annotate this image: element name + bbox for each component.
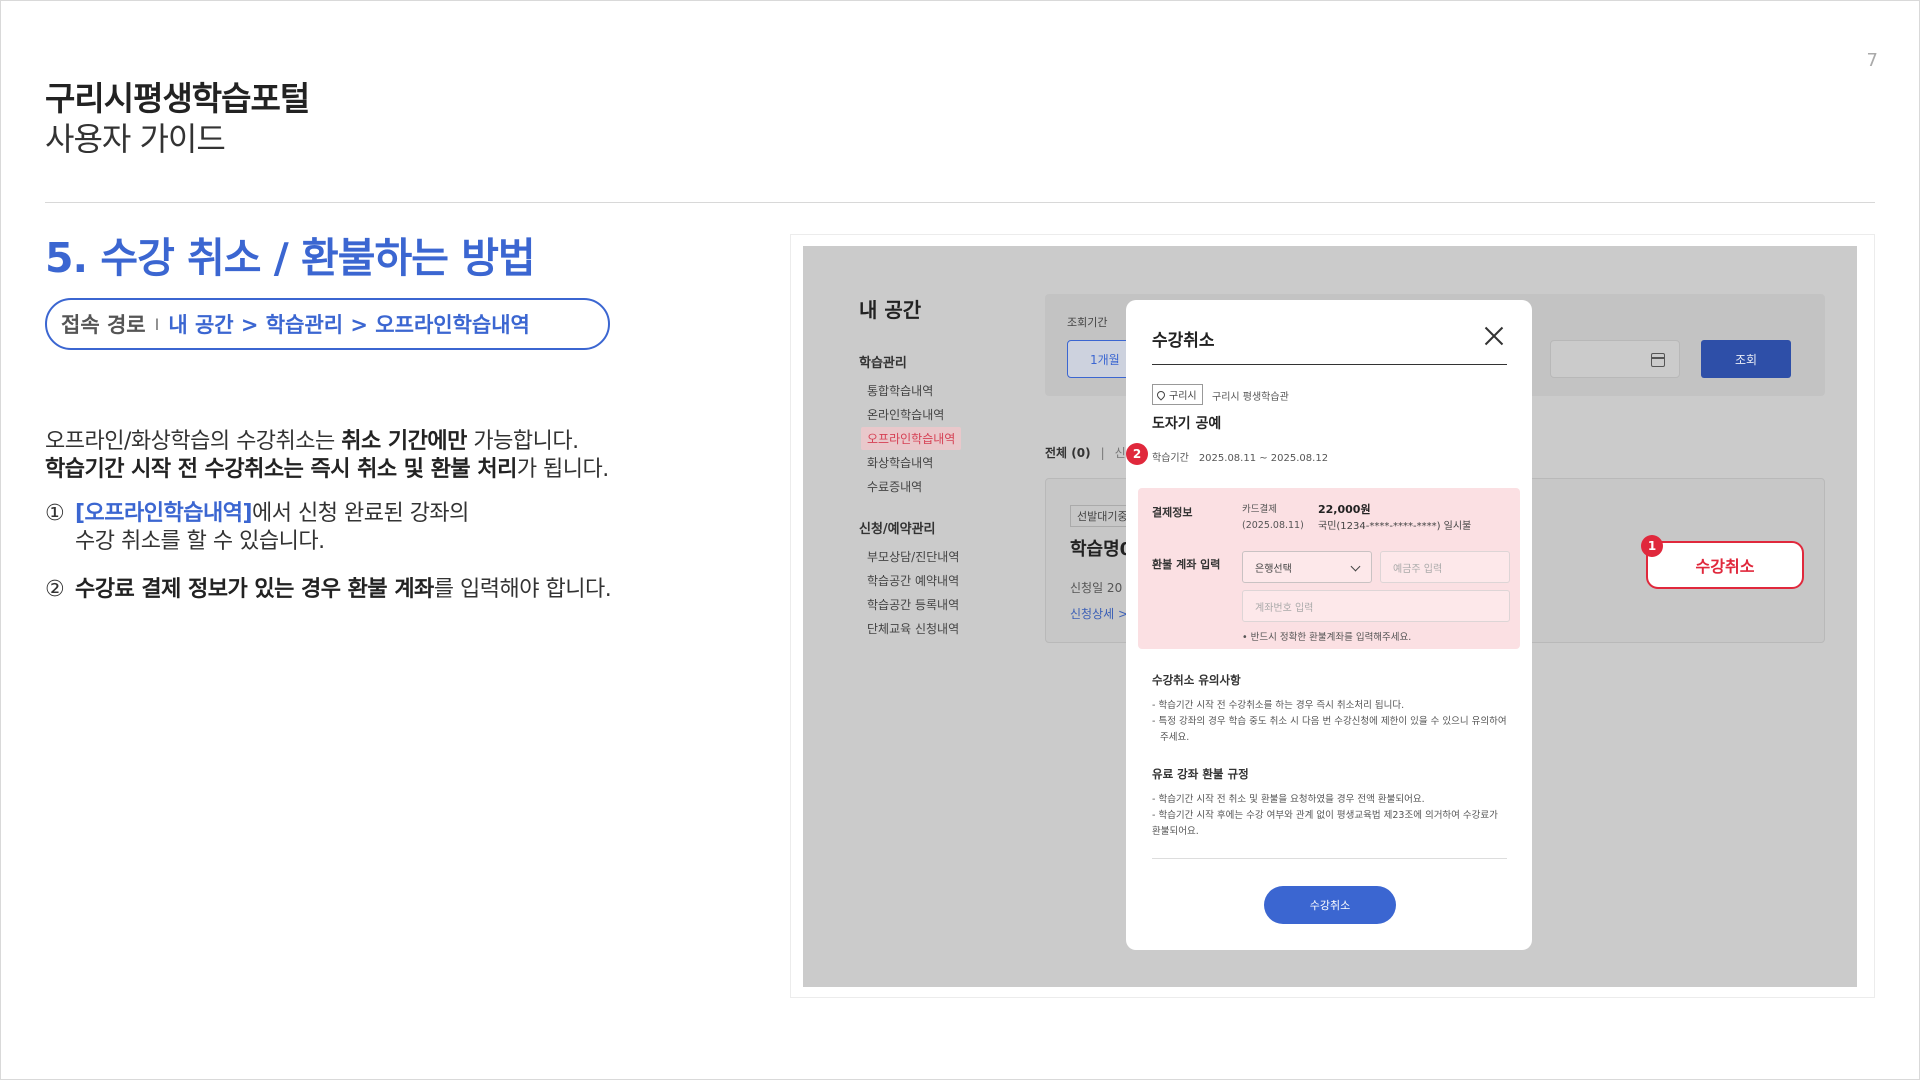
modal-title: 수강취소 (1152, 331, 1215, 351)
location-tag: 구리시 (1152, 384, 1203, 405)
text: 오프라인/화상학습의 수강취소는 (45, 429, 342, 454)
payment-amount-value: 22,000원 (1318, 503, 1371, 516)
sidebar-item[interactable]: 학습공간 예약내역 (867, 572, 959, 589)
menu-reference: [오프라인학습내역] (75, 501, 253, 526)
policy-text: - 학습기간 시작 전 취소 및 환불을 요청하였을 경우 전액 환불되어요. … (1152, 792, 1512, 840)
location-pin-icon (1155, 388, 1167, 401)
close-icon[interactable] (1484, 326, 1504, 346)
location-name: 구리시 평생학습관 (1212, 392, 1289, 403)
paragraph-step-1: ① [오프라인학습내역]에서 신청 완료된 강좌의 수강 취소를 할 수 있습니다… (45, 500, 705, 556)
path-label: 접속 경로 (61, 313, 146, 337)
policy-title: 유료 강좌 환불 규정 (1152, 767, 1249, 781)
access-path-pill: 접속 경로 I 내 공간 > 학습관리 > 오프라인학습내역 (45, 298, 610, 350)
sidebar-item-offline-active[interactable]: 오프라인학습내역 (861, 427, 962, 450)
step-number: ② (45, 577, 65, 602)
course-title: 학습명0 (1070, 539, 1133, 560)
refund-note: • 반드시 정확한 환불계좌를 입력해주세요. (1242, 632, 1412, 643)
bold-text: 학습기간 시작 전 수강취소는 즉시 취소 및 환불 처리 (45, 457, 517, 482)
account-number-input[interactable]: 계좌번호 입력 (1242, 590, 1510, 622)
text: 수강 취소를 할 수 있습니다. (75, 529, 325, 554)
sidebar-item[interactable]: 화상학습내역 (867, 454, 933, 471)
screenshot-panel: 내 공간 학습관리 통합학습내역 온라인학습내역 오프라인학습내역 화상학습내역… (803, 246, 1857, 987)
status-badge: 선발대기중 (1070, 505, 1135, 527)
text: 가 됩니다. (516, 457, 609, 482)
modal-footer-divider (1152, 858, 1507, 859)
paragraph-cancel-period: 오프라인/화상학습의 수강취소는 취소 기간에만 가능합니다. 학습기간 시작 … (45, 428, 705, 484)
payment-section: 결제정보 카드결제 (2025.08.11) 22,000원 국민(1234-*… (1138, 488, 1520, 649)
text: 를 입력해야 합니다. (433, 577, 612, 602)
path-separator: I (154, 314, 160, 334)
modal-divider (1152, 364, 1507, 365)
callout-badge-2: 2 (1126, 443, 1148, 465)
document-subtitle: 사용자 가이드 (45, 120, 226, 158)
refund-account-label: 환불 계좌 입력 (1152, 558, 1221, 571)
section-title: 5. 수강 취소 / 환불하는 방법 (45, 234, 536, 282)
bank-select-value: 은행선택 (1255, 563, 1292, 575)
sidebar-group-learning: 학습관리 (859, 356, 907, 371)
tab-all[interactable]: 전체 (0) (1045, 446, 1091, 460)
bold-text: 취소 기간에만 (341, 429, 467, 454)
sidebar-title: 내 공간 (859, 298, 922, 322)
text: 가능합니다. (466, 429, 579, 454)
payment-date: (2025.08.11) (1242, 520, 1304, 531)
text: 에서 신청 완료된 강좌의 (252, 501, 469, 526)
filter-label: 조회기간 (1067, 316, 1108, 329)
notice-text: - 학습기간 시작 전 수강취소를 하는 경우 즉시 취소처리 됩니다. - 특… (1152, 698, 1512, 746)
policy-line: 환불되어요. (1152, 826, 1199, 837)
account-holder-input[interactable]: 예금주 입력 (1380, 551, 1510, 583)
bold-text: 수강료 결제 정보가 있는 경우 환불 계좌 (75, 577, 434, 602)
search-button[interactable]: 조회 (1701, 340, 1791, 378)
sidebar-item[interactable]: 학습공간 등록내역 (867, 596, 959, 613)
payment-amount: 22,000원 국민(1234-****-****-****) 일시불 (1318, 502, 1471, 535)
notice-line: - 학습기간 시작 전 수강취소를 하는 경우 즉시 취소처리 됩니다. (1152, 700, 1405, 711)
page-number: 7 (1866, 50, 1878, 71)
policy-line: - 학습기간 시작 후에는 수강 여부와 관계 없이 평생교육법 제23조에 의… (1152, 810, 1498, 821)
confirm-cancel-button[interactable]: 수강취소 (1264, 886, 1396, 924)
paragraph-step-2: ② 수강료 결제 정보가 있는 경우 환불 계좌를 입력해야 합니다. (45, 576, 705, 604)
study-period: 학습기간 2025.08.11 ~ 2025.08.12 (1152, 449, 1328, 464)
payment-method: 카드결제 (2025.08.11) (1242, 502, 1304, 534)
tab-separator: | (1100, 446, 1105, 460)
bank-select[interactable]: 은행선택 (1242, 551, 1372, 583)
tab-partial[interactable]: 신 (1115, 446, 1126, 460)
step-number: ① (45, 501, 65, 526)
sidebar-group-reservation: 신청/예약관리 (859, 522, 936, 537)
notice-line: - 특정 강좌의 경우 학습 중도 취소 시 다음 번 수강신청에 제한이 있을… (1152, 716, 1507, 727)
period-label: 학습기간 (1152, 453, 1189, 464)
status-tabs: 전체 (0) | 신 (1045, 444, 1126, 461)
payment-label: 결제정보 (1152, 506, 1193, 519)
location-tag-label: 구리시 (1169, 391, 1197, 402)
sidebar-item[interactable]: 수료증내역 (867, 478, 922, 495)
sidebar-item[interactable]: 단체교육 신청내역 (867, 620, 959, 637)
document-title: 구리시평생학습포털 (45, 79, 310, 118)
cancel-modal: 수강취소 구리시 구리시 평생학습관 도자기 공예 학습기간 2025.08.11… (1126, 300, 1532, 950)
path-value: 내 공간 > 학습관리 > 오프라인학습내역 (168, 313, 530, 337)
header-divider (45, 202, 1875, 203)
payment-method-text: 카드결제 (1242, 504, 1277, 515)
payment-card: 국민(1234-****-****-****) 일시불 (1318, 521, 1472, 532)
sidebar-item[interactable]: 부모상담/진단내역 (867, 548, 959, 565)
notice-line: 주세요. (1160, 732, 1190, 743)
policy-line: - 학습기간 시작 전 취소 및 환불을 요청하였을 경우 전액 환불되어요. (1152, 794, 1425, 805)
chevron-down-icon (1350, 561, 1361, 572)
period-value: 2025.08.11 ~ 2025.08.12 (1198, 453, 1329, 464)
sidebar-item[interactable]: 통합학습내역 (867, 382, 933, 399)
calendar-icon (1651, 353, 1665, 367)
apply-date: 신청일 20 (1070, 581, 1123, 595)
cancel-enrollment-button[interactable]: 수강취소 (1646, 541, 1804, 589)
callout-badge-1: 1 (1641, 535, 1663, 557)
notice-title: 수강취소 유의사항 (1152, 673, 1241, 687)
sidebar-item[interactable]: 온라인학습내역 (867, 406, 944, 423)
date-input[interactable] (1550, 340, 1680, 378)
detail-link[interactable]: 신청상세 > (1070, 605, 1128, 622)
course-name: 도자기 공예 (1152, 416, 1222, 432)
